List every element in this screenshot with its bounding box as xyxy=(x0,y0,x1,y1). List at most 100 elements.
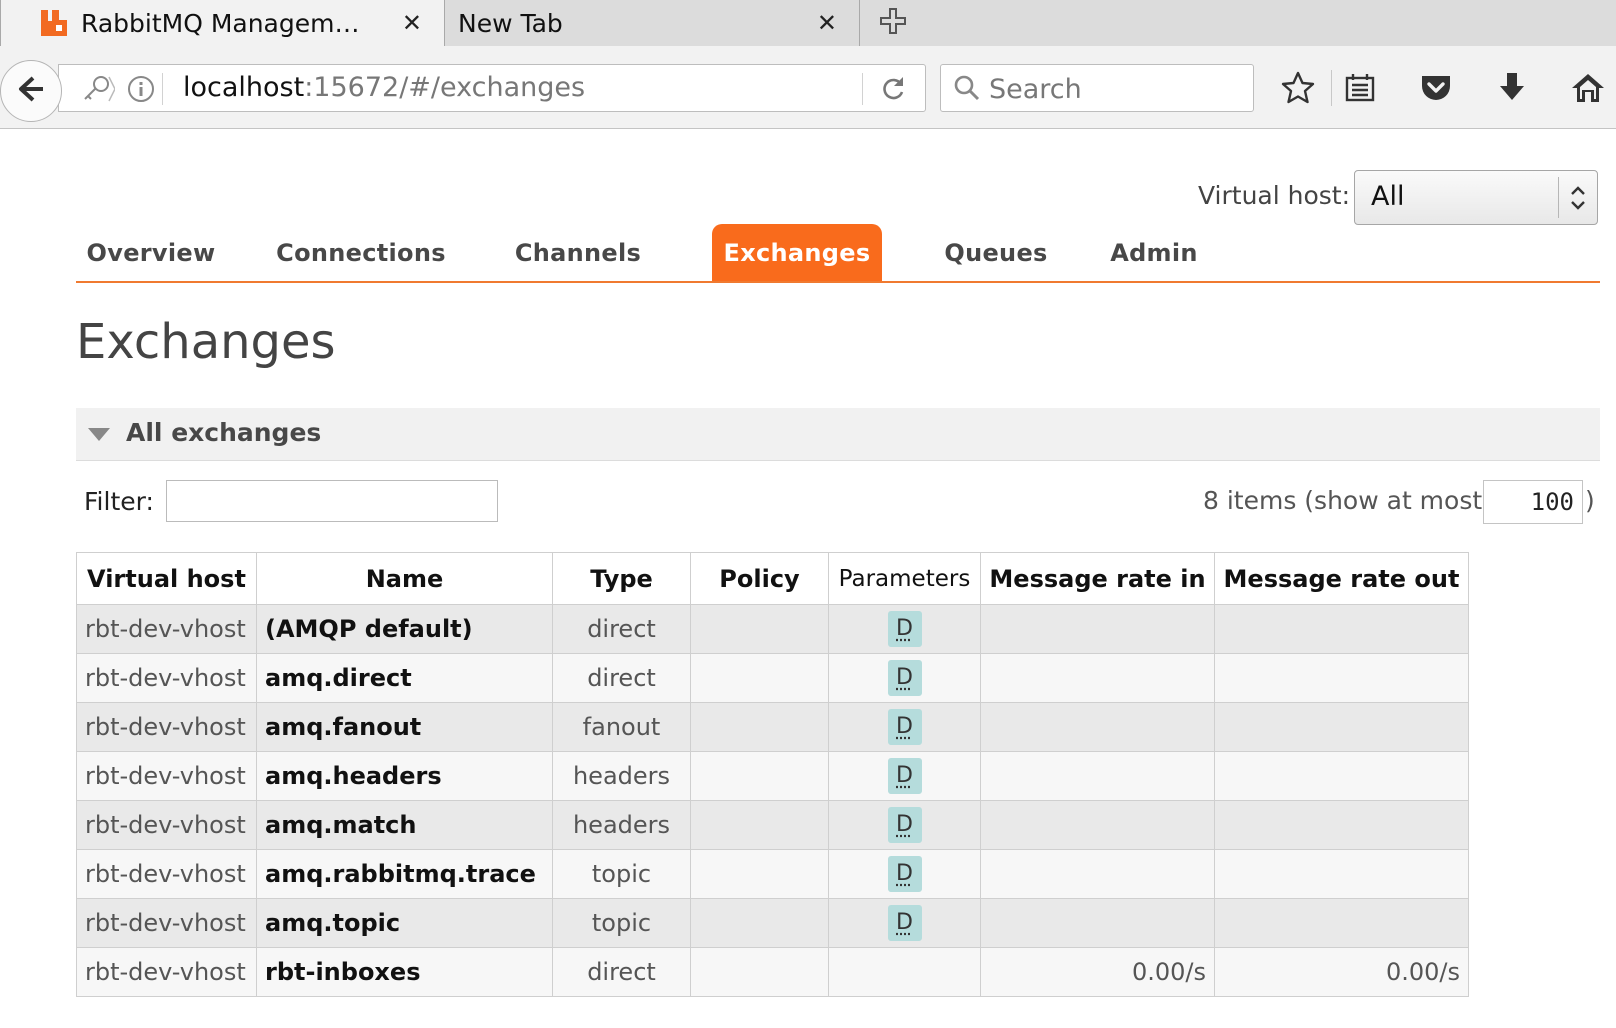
select-divider xyxy=(1558,177,1559,218)
cell-vhost: rbt-dev-vhost xyxy=(76,947,257,997)
table-row[interactable]: rbt-dev-vhost amq.topic topic D xyxy=(76,898,1469,948)
main-nav: Overview Connections Channels Exchanges … xyxy=(76,224,1600,283)
url-text[interactable]: localhost:15672/#/exchanges xyxy=(183,71,585,105)
vhost-selected-value: All xyxy=(1371,181,1405,212)
tab-title: RabbitMQ Managem… xyxy=(81,8,360,38)
tab-rabbitmq[interactable]: RabbitMQ Managem… ✕ xyxy=(0,0,445,46)
exchanges-table: Virtual host Name Type Policy Parameters… xyxy=(76,552,1469,997)
browser-navbar: localhost:15672/#/exchanges xyxy=(0,46,1616,129)
cell-rate-in xyxy=(980,800,1215,850)
durable-badge: D xyxy=(887,611,922,647)
cell-policy xyxy=(690,898,829,948)
url-separator xyxy=(862,73,863,105)
exchange-name-link[interactable]: amq.rabbitmq.trace xyxy=(256,849,553,899)
tab-channels[interactable]: Channels xyxy=(508,224,648,281)
cell-parameters: D xyxy=(828,898,981,948)
cell-policy xyxy=(690,849,829,899)
cell-rate-out xyxy=(1214,800,1469,850)
table-row[interactable]: rbt-dev-vhost rbt-inboxes direct 0.00/s … xyxy=(76,947,1469,997)
durable-badge: D xyxy=(887,905,922,941)
cell-rate-in xyxy=(980,653,1215,703)
items-paren: ) xyxy=(1585,486,1595,515)
collapse-triangle-icon xyxy=(88,428,110,441)
section-header-all-exchanges[interactable]: All exchanges xyxy=(76,408,1600,461)
cell-parameters: D xyxy=(828,702,981,752)
durable-badge: D xyxy=(887,660,922,696)
table-row[interactable]: rbt-dev-vhost (AMQP default) direct D xyxy=(76,604,1469,654)
search-bar[interactable] xyxy=(940,64,1254,112)
home-icon[interactable] xyxy=(1570,70,1606,106)
vhost-select[interactable]: All xyxy=(1354,170,1598,225)
column-header-rate-out[interactable]: Message rate out xyxy=(1214,552,1469,605)
column-header-parameters[interactable]: Parameters xyxy=(828,552,981,605)
cell-parameters: D xyxy=(828,800,981,850)
vhost-label: Virtual host: xyxy=(1198,181,1351,210)
exchange-name-link[interactable]: amq.fanout xyxy=(256,702,553,752)
cell-type: headers xyxy=(552,800,691,850)
search-input[interactable] xyxy=(987,69,1241,109)
back-button[interactable] xyxy=(0,60,62,122)
cell-parameters: D xyxy=(828,849,981,899)
filter-input[interactable] xyxy=(166,480,498,522)
column-header-name[interactable]: Name xyxy=(256,552,553,605)
cell-parameters xyxy=(828,947,981,997)
cell-parameters: D xyxy=(828,604,981,654)
exchange-name-link[interactable]: (AMQP default) xyxy=(256,604,553,654)
exchange-name-link[interactable]: amq.headers xyxy=(256,751,553,801)
cell-rate-out xyxy=(1214,604,1469,654)
cell-policy xyxy=(690,751,829,801)
download-icon[interactable] xyxy=(1494,70,1530,106)
table-header-row: Virtual host Name Type Policy Parameters… xyxy=(76,552,1469,605)
cell-rate-in xyxy=(980,849,1215,899)
durable-badge: D xyxy=(887,758,922,794)
cell-rate-in xyxy=(980,702,1215,752)
table-row[interactable]: rbt-dev-vhost amq.match headers D xyxy=(76,800,1469,850)
table-row[interactable]: rbt-dev-vhost amq.rabbitmq.trace topic D xyxy=(76,849,1469,899)
column-header-policy[interactable]: Policy xyxy=(690,552,829,605)
tab-overview[interactable]: Overview xyxy=(76,224,226,281)
cell-parameters: D xyxy=(828,751,981,801)
cell-type: direct xyxy=(552,653,691,703)
column-header-type[interactable]: Type xyxy=(552,552,691,605)
star-icon[interactable] xyxy=(1280,70,1316,106)
cell-rate-out xyxy=(1214,849,1469,899)
exchange-name-link[interactable]: amq.direct xyxy=(256,653,553,703)
back-arrow-icon xyxy=(15,73,47,109)
url-bar[interactable]: localhost:15672/#/exchanges xyxy=(58,64,926,112)
cell-rate-out xyxy=(1214,702,1469,752)
table-row[interactable]: rbt-dev-vhost amq.headers headers D xyxy=(76,751,1469,801)
tab-exchanges[interactable]: Exchanges xyxy=(712,224,882,281)
tab-connections[interactable]: Connections xyxy=(272,224,450,281)
durable-badge: D xyxy=(887,807,922,843)
cell-vhost: rbt-dev-vhost xyxy=(76,751,257,801)
tab-queues[interactable]: Queues xyxy=(936,224,1056,281)
key-icon[interactable] xyxy=(79,73,116,109)
table-row[interactable]: rbt-dev-vhost amq.fanout fanout D xyxy=(76,702,1469,752)
toolbar-separator xyxy=(1331,70,1332,106)
cell-type: topic xyxy=(552,898,691,948)
close-tab-icon[interactable]: ✕ xyxy=(817,9,837,37)
cell-rate-out xyxy=(1214,898,1469,948)
info-icon[interactable] xyxy=(127,75,155,107)
cell-rate-in: 0.00/s xyxy=(980,947,1215,997)
reload-icon[interactable] xyxy=(879,75,907,107)
cell-vhost: rbt-dev-vhost xyxy=(76,653,257,703)
column-header-rate-in[interactable]: Message rate in xyxy=(980,552,1215,605)
table-row[interactable]: rbt-dev-vhost amq.direct direct D xyxy=(76,653,1469,703)
tab-admin[interactable]: Admin xyxy=(1104,224,1204,281)
cell-rate-out: 0.00/s xyxy=(1214,947,1469,997)
exchange-name-link[interactable]: rbt-inboxes xyxy=(256,947,553,997)
plus-icon[interactable] xyxy=(878,6,908,44)
exchange-name-link[interactable]: amq.topic xyxy=(256,898,553,948)
tab-new-tab[interactable]: New Tab ✕ xyxy=(445,0,860,46)
cell-type: direct xyxy=(552,604,691,654)
close-tab-icon[interactable]: ✕ xyxy=(402,9,422,37)
exchange-name-link[interactable]: amq.match xyxy=(256,800,553,850)
pocket-icon[interactable] xyxy=(1418,70,1454,106)
column-header-vhost[interactable]: Virtual host xyxy=(76,552,257,605)
page-size-input[interactable] xyxy=(1483,480,1583,524)
url-path: :15672/#/exchanges xyxy=(304,72,586,103)
cell-type: headers xyxy=(552,751,691,801)
rabbitmq-icon xyxy=(39,8,69,38)
reading-list-icon[interactable] xyxy=(1342,70,1378,106)
